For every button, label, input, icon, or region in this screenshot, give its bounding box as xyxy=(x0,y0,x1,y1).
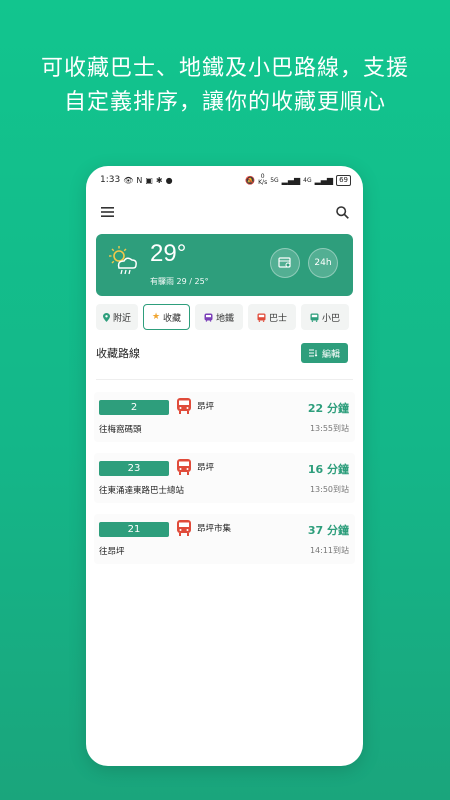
menu-icon[interactable] xyxy=(98,203,116,221)
bus-icon xyxy=(177,459,191,475)
star-icon: ★ xyxy=(151,312,161,322)
stop-name: 昂坪 xyxy=(197,463,215,473)
weather-card[interactable]: 29° 有驟雨 29 / 25° 24h xyxy=(96,234,353,296)
stop-name: 昂坪市集 xyxy=(197,524,232,534)
section-divider xyxy=(96,379,353,380)
stop-name: 昂坪 xyxy=(197,402,215,412)
location-pin-icon xyxy=(102,312,110,322)
tab-label: 地鐵 xyxy=(215,313,234,324)
tab-favorites[interactable]: ★ 收藏 xyxy=(143,304,190,330)
forecast-24h-button[interactable]: 24h xyxy=(308,248,338,278)
favorites-header: 收藏路線 編輯 xyxy=(96,342,348,364)
route-item[interactable]: 23 昂坪 往東涌達東路巴士總站 16 分鐘 13:50到站 xyxy=(94,453,355,503)
route-eta: 37 分鐘 xyxy=(307,524,349,537)
signal-bars-icon: ▂▄▆ xyxy=(281,175,301,185)
route-item[interactable]: 2 昂坪 往梅窩碼頭 22 分鐘 13:55到站 xyxy=(94,392,355,442)
rain-cloud-sun-icon xyxy=(109,246,137,275)
tab-label: 收藏 xyxy=(163,313,182,324)
route-item[interactable]: 21 昂坪市集 往昂坪 37 分鐘 14:11到站 xyxy=(94,514,355,564)
mute-icon: 🔕 xyxy=(245,175,256,185)
nfc-icon: N xyxy=(136,175,143,185)
status-bar: 1:33 👁 N ▣ ✱ ● 🔕 0 K/s 5G ▂▄▆ 4G ▂▄▆ 69 xyxy=(86,166,363,194)
edit-label: 編輯 xyxy=(321,349,340,360)
route-destination: 往梅窩碼頭 xyxy=(99,425,142,435)
tab-label: 附近 xyxy=(112,313,131,324)
tab-bus[interactable]: 巴士 xyxy=(248,304,296,330)
arrival-time: 14:11到站 xyxy=(309,546,349,555)
signal-bars-icon-2: ▂▄▆ xyxy=(314,175,334,185)
bus-icon xyxy=(257,313,266,322)
weather-description: 有驟雨 29 / 25° xyxy=(150,277,209,286)
sort-list-icon xyxy=(308,349,318,357)
battery-indicator: 69 xyxy=(336,174,351,186)
route-eta: 16 分鐘 xyxy=(307,463,349,476)
arrival-time: 13:50到站 xyxy=(309,485,349,494)
bus-icon xyxy=(177,398,191,414)
location-icon: ● xyxy=(165,175,173,185)
minibus-icon xyxy=(310,313,319,322)
app-bar xyxy=(86,200,363,224)
temperature: 29° xyxy=(150,240,187,267)
status-time: 1:33 xyxy=(100,175,121,185)
route-destination: 往東涌達東路巴士總站 xyxy=(99,486,185,496)
signal-4g: 4G xyxy=(303,176,312,184)
tab-label: 巴士 xyxy=(268,313,287,324)
arrival-time: 13:55到站 xyxy=(309,424,349,433)
warning-card-icon xyxy=(278,257,291,268)
bluetooth-icon: ✱ xyxy=(155,175,163,185)
metro-icon xyxy=(204,313,213,322)
edit-button[interactable]: 編輯 xyxy=(300,343,348,363)
phone-screen: 1:33 👁 N ▣ ✱ ● 🔕 0K/s 5G ▂▄▆ 4G ▂▄▆ 69 xyxy=(86,166,363,766)
route-destination: 往昂坪 xyxy=(99,547,125,557)
weather-warning-button[interactable] xyxy=(270,248,300,278)
route-number-badge: 23 xyxy=(99,461,169,476)
bus-icon xyxy=(177,520,191,536)
route-number-badge: 21 xyxy=(99,522,169,537)
route-eta: 22 分鐘 xyxy=(307,402,349,415)
route-number-badge: 2 xyxy=(99,400,169,415)
tab-minibus[interactable]: 小巴 xyxy=(301,304,349,330)
search-icon[interactable] xyxy=(333,203,351,221)
tab-label: 小巴 xyxy=(321,313,340,324)
network-speed: 0 K/s xyxy=(258,173,268,186)
signal-5g: 5G xyxy=(270,176,279,184)
notification-icon: ▣ xyxy=(145,175,153,185)
category-tabs: 附近 ★ 收藏 地鐵 巴士 小巴 xyxy=(96,304,356,330)
tab-metro[interactable]: 地鐵 xyxy=(195,304,243,330)
headline-line-1: 可收藏巴士、地鐵及小巴路線，支援 xyxy=(40,56,409,81)
headline-line-2: 自定義排序，讓你的收藏更順心 xyxy=(63,90,386,115)
eye-icon: 👁 xyxy=(123,175,134,185)
tab-nearby[interactable]: 附近 xyxy=(96,304,138,330)
promo-headline: 可收藏巴士、地鐵及小巴路線，支援 自定義排序，讓你的收藏更順心 xyxy=(0,52,450,120)
favorites-title: 收藏路線 xyxy=(96,347,140,360)
